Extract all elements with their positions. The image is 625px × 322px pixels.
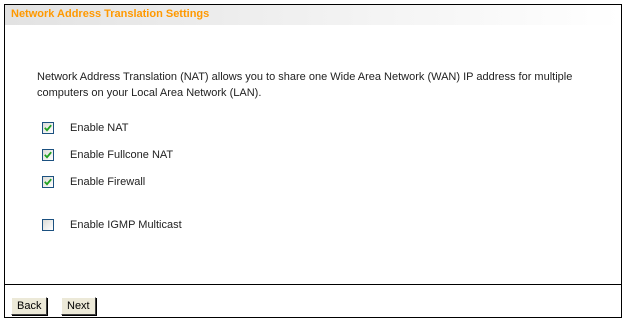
back-button[interactable]: Back [11, 297, 48, 315]
nat-settings-panel: Network Address Translation Settings Net… [4, 4, 622, 318]
enable-fullcone-nat-label: Enable Fullcone NAT [70, 149, 174, 161]
panel-header: Network Address Translation Settings [5, 5, 621, 25]
enable-nat-checkbox[interactable] [42, 122, 54, 134]
page-title: Network Address Translation Settings [11, 8, 210, 20]
enable-nat-label: Enable NAT [70, 122, 129, 134]
nat-description: Network Address Translation (NAT) allows… [37, 71, 573, 99]
checkmark-icon [44, 151, 52, 159]
enable-fullcone-nat-checkbox[interactable] [42, 149, 54, 161]
enable-igmp-multicast-label: Enable IGMP Multicast [70, 219, 182, 231]
enable-nat-option[interactable]: Enable NAT [42, 121, 129, 135]
enable-igmp-multicast-checkbox[interactable] [42, 219, 54, 231]
next-button[interactable]: Next [61, 297, 96, 315]
enable-firewall-label: Enable Firewall [70, 176, 146, 188]
footer-divider [5, 284, 621, 285]
enable-fullcone-nat-option[interactable]: Enable Fullcone NAT [42, 148, 173, 162]
enable-firewall-checkbox[interactable] [42, 176, 54, 188]
enable-firewall-option[interactable]: Enable Firewall [42, 175, 145, 189]
checkmark-icon [44, 178, 52, 186]
checkmark-icon [44, 124, 52, 132]
enable-igmp-multicast-option[interactable]: Enable IGMP Multicast [42, 218, 182, 232]
